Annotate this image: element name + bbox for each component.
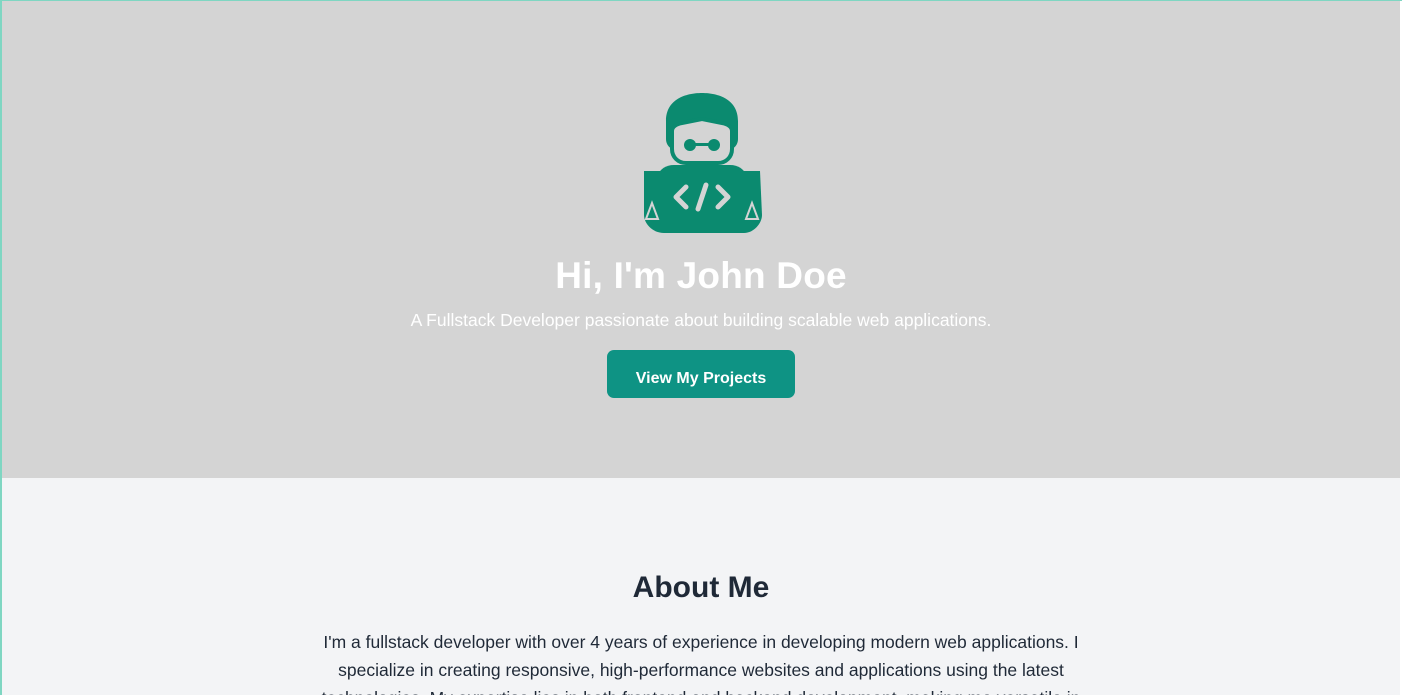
page: Hi, I'm John Doe A Fullstack Developer p… [0,0,1402,695]
about-title: About Me [632,571,770,604]
hero-subtitle: A Fullstack Developer passionate about b… [410,310,992,330]
hero-title: Hi, I'm John Doe [555,255,847,296]
about-section: About Me I'm a fullstack developer with … [2,478,1400,695]
developer-coding-icon [644,93,762,233]
about-text: I'm a fullstack developer with over 4 ye… [322,632,1081,695]
hero-section: Hi, I'm John Doe A Fullstack Developer p… [2,1,1400,478]
view-projects-button[interactable]: View My Projects [607,350,795,398]
